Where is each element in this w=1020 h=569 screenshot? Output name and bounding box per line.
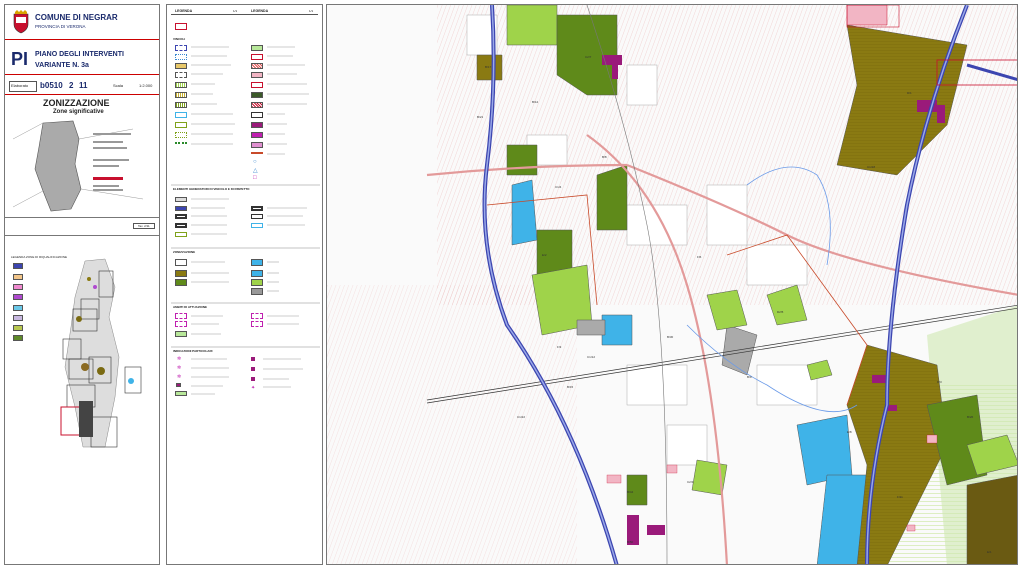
divider-mid: [5, 74, 159, 75]
zone-label: B/15: [567, 385, 574, 389]
plan-abbr: PI: [11, 49, 29, 69]
zone-label: C1/4: [555, 185, 562, 189]
zone-label: C1/18: [867, 165, 876, 169]
zone-label: B/21: [477, 115, 484, 119]
zone-label: B/12: [532, 100, 539, 104]
sheet-index-map: [60, 258, 142, 448]
title-panel: COMUNE DI NEGRAR PROVINCIA DI VERONA PI …: [4, 4, 160, 565]
zone-label: E/8: [847, 430, 852, 434]
territory-locator-map: [13, 120, 144, 212]
zone-label: B/8: [602, 155, 607, 159]
inset-sheet-box-label: Tav. 2/11: [133, 223, 155, 229]
zone-label: D2/5: [777, 310, 784, 314]
sheet-number-a: 2: [69, 81, 74, 90]
legend-panel: LEGENDA 1/1 LEGENDA 1/1 VINCOLI ○ △ □ EL…: [166, 4, 323, 565]
zone-label: F/3: [557, 345, 562, 349]
zone-label: C1/12: [587, 355, 596, 359]
zone-label: D/1: [907, 91, 912, 95]
zone-label: B/44: [627, 490, 634, 494]
zone-label: C1/22: [517, 415, 526, 419]
map-title: ZONIZZAZIONE: [43, 98, 110, 108]
legend-text-lines: [171, 46, 320, 395]
divider-lower: [5, 94, 159, 95]
elaborato-label-box: [9, 81, 37, 92]
zone-label: D/3: [937, 380, 942, 384]
zone-label: F/11: [897, 495, 903, 499]
plan-variant: VARIANTE N. 3a: [35, 62, 89, 69]
zone-label: B/50: [627, 540, 634, 544]
zone-label: C2/3: [687, 480, 694, 484]
plan-title: PIANO DEGLI INTERVENTI: [35, 51, 124, 58]
province-name: PROVINCIA DI VERONA: [35, 24, 86, 29]
coat-of-arms-icon: [13, 10, 29, 34]
zone-label: E/2: [542, 253, 547, 257]
divider-inset: [5, 217, 159, 218]
zone-label: F/6: [697, 255, 702, 259]
scale-value: 1:2.000: [139, 83, 153, 88]
sheet-number-b: 11: [79, 81, 88, 90]
scale-label: Scala: [113, 83, 124, 88]
zone-label: C2/7: [585, 55, 592, 59]
zone-label: B/30: [667, 335, 674, 339]
zone-label: B/26: [967, 415, 974, 419]
map-subtitle: Zone significative: [53, 109, 104, 115]
zone-label: B/17: [485, 65, 492, 69]
map-panel[interactable]: B/17 C2/7 B/12 D/1 B/21 C1/4 B/8 E/2 F/3…: [326, 4, 1018, 565]
elaborato-code: b0510: [40, 81, 63, 90]
zoning-map[interactable]: [327, 5, 1018, 565]
divider-inset-2: [5, 235, 159, 236]
zone-label: B/9: [747, 375, 752, 379]
divider-top: [5, 39, 159, 40]
municipality-name: COMUNE DI NEGRAR: [35, 13, 118, 22]
zone-label: E/1: [987, 550, 992, 554]
